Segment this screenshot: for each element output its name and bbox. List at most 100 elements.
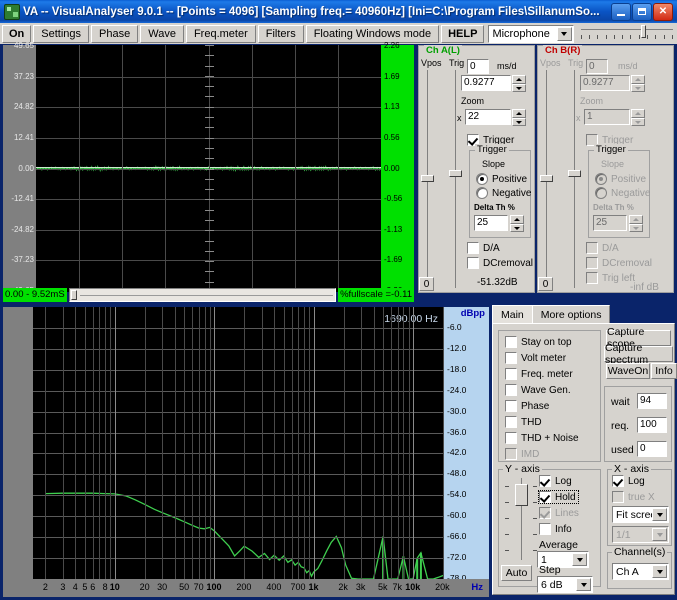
cha-trigger-group: Trigger Slope Positive Negative Delta Th… bbox=[469, 150, 531, 238]
phase-button[interactable]: Phase bbox=[91, 25, 138, 43]
maximize-button[interactable] bbox=[632, 3, 652, 21]
on-button[interactable]: On bbox=[2, 25, 31, 43]
grid-line bbox=[145, 307, 146, 579]
cha-da-checkbox[interactable]: D/A bbox=[467, 242, 500, 254]
scope-horizontal-scrollbar[interactable] bbox=[69, 288, 336, 302]
cha-slope-positive-radio[interactable]: Positive bbox=[476, 173, 527, 185]
wave-gen-checkbox[interactable]: Wave Gen. bbox=[505, 384, 571, 396]
volt-meter-checkbox[interactable]: Volt meter bbox=[505, 352, 566, 364]
channels-select[interactable]: Ch A bbox=[612, 563, 669, 580]
wave-button[interactable]: Wave bbox=[140, 25, 184, 43]
y-info-checkbox[interactable]: Info bbox=[539, 523, 572, 535]
y-axis-slider[interactable] bbox=[503, 478, 541, 560]
slider-thumb[interactable] bbox=[540, 175, 553, 182]
app-icon bbox=[4, 4, 20, 20]
chb-da-label: D/A bbox=[602, 243, 619, 254]
chevron-down-icon[interactable] bbox=[652, 565, 667, 578]
used-field[interactable]: 0 bbox=[637, 441, 667, 457]
scope-plot-area[interactable] bbox=[36, 45, 381, 292]
grid-line bbox=[63, 307, 64, 579]
radio-icon bbox=[476, 173, 488, 185]
spectrum-x-axis: Hz 23456810203050701002004007001k2k3k5k7… bbox=[3, 579, 489, 597]
spectrum-x-tick: 10 bbox=[110, 582, 120, 592]
cha-zoom-spinner[interactable] bbox=[512, 109, 526, 126]
spectrum-y-tick: -66.0 bbox=[447, 531, 466, 541]
options-tabs: Main More options bbox=[492, 305, 609, 324]
radio-icon bbox=[595, 173, 607, 185]
chb-trig-label: Trig bbox=[568, 58, 583, 68]
help-button[interactable]: HELP bbox=[441, 25, 484, 43]
input-source-select[interactable]: Microphone bbox=[488, 25, 573, 43]
slider-thumb[interactable] bbox=[515, 484, 528, 506]
chb-vpos-slider[interactable] bbox=[540, 70, 553, 288]
chevron-down-icon[interactable] bbox=[557, 27, 572, 41]
cha-slope-negative-radio[interactable]: Negative bbox=[476, 187, 531, 199]
main-toolbar: On Settings Phase Wave Freq.meter Filter… bbox=[0, 23, 677, 44]
filters-button[interactable]: Filters bbox=[258, 25, 304, 43]
spectrum-hz-label: Hz bbox=[471, 582, 483, 593]
grid-line bbox=[199, 307, 200, 579]
thd-noise-checkbox[interactable]: THD + Noise bbox=[505, 432, 579, 444]
oscilloscope[interactable]: 49.6537.2324.8212.410.00-12.41-24.82-37.… bbox=[3, 45, 414, 292]
spectrum-x-tick: 5 bbox=[82, 582, 87, 592]
channels-value: Ch A bbox=[616, 566, 639, 578]
grid-line bbox=[314, 307, 315, 579]
cha-delta-spinner[interactable] bbox=[510, 215, 524, 232]
scope-y-tick-right: 0.56 bbox=[384, 133, 400, 142]
slider-thumb[interactable] bbox=[421, 175, 434, 182]
input-level-slider[interactable] bbox=[579, 25, 675, 43]
grid-line bbox=[105, 307, 106, 579]
cha-msd-field[interactable]: 0.9277 bbox=[461, 75, 511, 91]
spectrum-analyser[interactable]: 1690.00 Hz dBpp -6.0-12.0-18.0-24.0-30.0… bbox=[3, 307, 489, 597]
freq-meter-checkbox[interactable]: Freq. meter bbox=[505, 368, 573, 380]
cha-msd-spinner[interactable] bbox=[512, 75, 526, 92]
thd-checkbox[interactable]: THD bbox=[505, 416, 542, 428]
x-ratio-value: 1/1 bbox=[616, 529, 631, 541]
floating-windows-button[interactable]: Floating Windows mode bbox=[306, 25, 439, 43]
slider-thumb[interactable] bbox=[449, 170, 462, 177]
capture-spectrum-button[interactable]: Capture spectrum bbox=[604, 346, 673, 362]
y-step-value: 6 dB bbox=[541, 579, 563, 591]
tab-more-options[interactable]: More options bbox=[532, 305, 611, 324]
y-auto-button[interactable]: Auto bbox=[501, 565, 532, 581]
y-log-checkbox[interactable]: Log bbox=[539, 475, 572, 487]
cha-vpos-slider[interactable] bbox=[421, 70, 434, 288]
grid-line bbox=[244, 307, 245, 579]
chb-offset-field: 0 bbox=[586, 59, 608, 74]
freq-meter-button[interactable]: Freq.meter bbox=[186, 25, 256, 43]
slider-thumb[interactable] bbox=[568, 170, 581, 177]
y-step-select[interactable]: 6 dB bbox=[537, 576, 593, 593]
cha-dcremoval-checkbox[interactable]: DCremoval bbox=[467, 257, 533, 269]
settings-button[interactable]: Settings bbox=[33, 25, 89, 43]
chevron-down-icon[interactable] bbox=[572, 553, 587, 566]
phase-checkbox[interactable]: Phase bbox=[505, 400, 549, 412]
wave-on-button[interactable]: WaveOn bbox=[606, 363, 650, 379]
close-button[interactable]: ✕ bbox=[653, 3, 673, 21]
minimize-button[interactable] bbox=[611, 3, 631, 21]
grid-line bbox=[309, 307, 310, 579]
cha-vpos-label: Vpos bbox=[421, 58, 442, 68]
req-field[interactable]: 100 bbox=[637, 417, 667, 433]
chevron-down-icon[interactable] bbox=[652, 508, 667, 521]
spectrum-plot-area[interactable]: 1690.00 Hz bbox=[33, 307, 444, 579]
chevron-down-icon[interactable] bbox=[576, 578, 591, 591]
wait-field[interactable]: 94 bbox=[637, 393, 667, 409]
chb-reset-button[interactable]: 0 bbox=[538, 277, 553, 291]
info-button[interactable]: Info bbox=[651, 363, 677, 379]
cha-delta-field[interactable]: 25 bbox=[474, 215, 508, 231]
tab-main[interactable]: Main bbox=[492, 305, 533, 324]
spectrum-x-tick: 7k bbox=[392, 582, 402, 592]
cha-offset-field[interactable]: 0 bbox=[467, 59, 489, 74]
y-hold-checkbox[interactable]: Hold bbox=[539, 491, 578, 503]
cha-reset-button[interactable]: 0 bbox=[419, 277, 434, 291]
stay-on-top-checkbox[interactable]: Stay on top bbox=[505, 336, 572, 348]
channels-title: Channel(s) bbox=[612, 546, 667, 558]
y-axis-title: Y - axis bbox=[503, 463, 542, 475]
chb-trigger-group: Trigger Slope Positive Negative Delta Th… bbox=[588, 150, 650, 238]
scrollbar-thumb[interactable] bbox=[71, 290, 77, 300]
cha-zoom-field[interactable]: 22 bbox=[465, 109, 511, 125]
chb-trigger-group-title: Trigger bbox=[594, 144, 628, 155]
x-fit-select[interactable]: Fit screen bbox=[612, 506, 669, 523]
x-log-checkbox[interactable]: Log bbox=[612, 475, 645, 487]
cha-dcremoval-label: DCremoval bbox=[483, 258, 533, 269]
